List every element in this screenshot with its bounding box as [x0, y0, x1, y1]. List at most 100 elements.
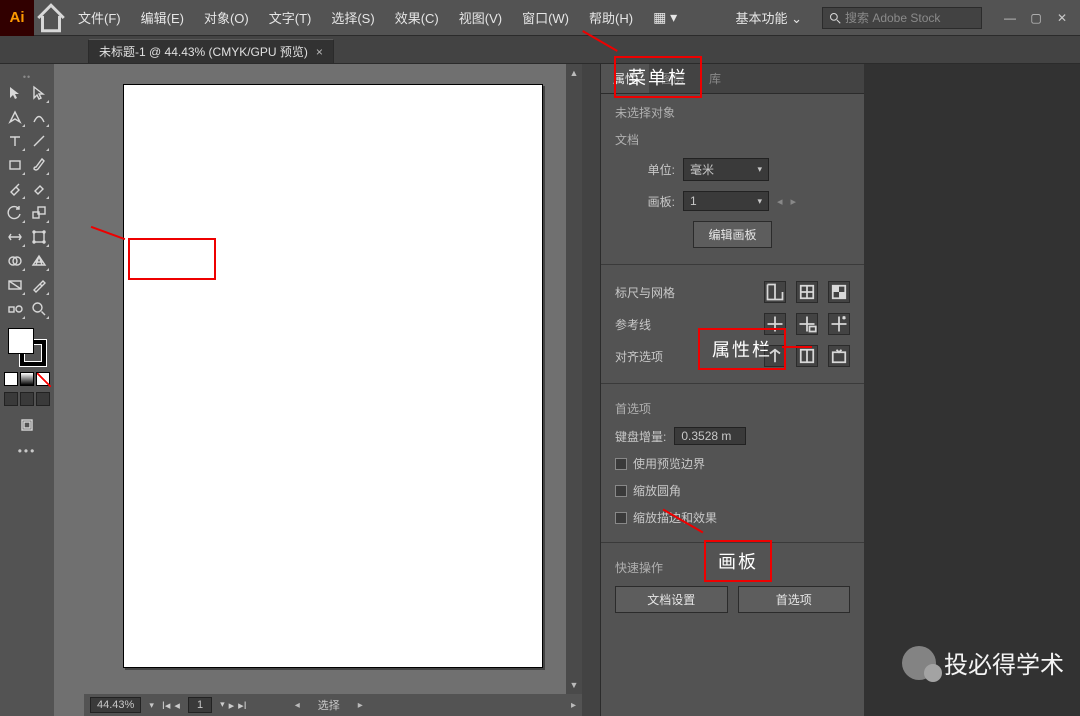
- key-increment-label: 键盘增量:: [615, 428, 666, 445]
- eyedropper-tool[interactable]: [28, 274, 50, 296]
- edit-toolbar[interactable]: •••: [18, 444, 37, 458]
- prev-icon[interactable]: ◂: [777, 195, 783, 208]
- layout-icon[interactable]: ▦ ▾: [643, 9, 687, 26]
- draw-normal-icon[interactable]: [4, 392, 18, 406]
- preview-bounds-checkbox[interactable]: 使用预览边界: [615, 455, 850, 472]
- workspace-switcher[interactable]: 基本功能 ⌄: [725, 8, 812, 27]
- canvas-area: ▲▼ 44.43% ▾ I◂ ◂ 1 ▾ ▸ ▸I ◂ 选择 ▸ ▸: [54, 64, 582, 716]
- menu-file[interactable]: 文件(F): [68, 8, 131, 27]
- menu-type[interactable]: 文字(T): [259, 8, 322, 27]
- prev-artboard-icon[interactable]: ◂: [174, 699, 180, 712]
- menu-window[interactable]: 窗口(W): [512, 8, 579, 27]
- scroll-right-icon[interactable]: ▸: [571, 700, 576, 711]
- selection-tool[interactable]: [4, 82, 26, 104]
- close-icon[interactable]: ✕: [1054, 11, 1070, 25]
- tools-panel: ••: [0, 64, 54, 716]
- rectangle-tool[interactable]: [4, 154, 26, 176]
- minimize-icon[interactable]: —: [1002, 11, 1018, 25]
- shape-builder-tool[interactable]: [4, 250, 26, 272]
- color-none-icon[interactable]: [36, 372, 50, 386]
- paintbrush-tool[interactable]: [28, 154, 50, 176]
- rotate-tool[interactable]: [4, 202, 26, 224]
- chevron-down-icon: ▾: [757, 164, 762, 175]
- zoom-level[interactable]: 44.43%: [90, 697, 141, 713]
- chevron-down-icon[interactable]: ▾: [149, 700, 154, 711]
- snap-pixel-icon[interactable]: [828, 345, 850, 367]
- artboard[interactable]: [123, 84, 543, 668]
- direct-selection-tool[interactable]: [28, 82, 50, 104]
- menu-effect[interactable]: 效果(C): [385, 8, 449, 27]
- search-placeholder: 搜索 Adobe Stock: [845, 9, 940, 26]
- scroll-left-icon[interactable]: ◂: [295, 700, 300, 711]
- grid-icon[interactable]: [796, 281, 818, 303]
- color-gradient-icon[interactable]: [20, 372, 34, 386]
- ruler-icon[interactable]: [764, 281, 786, 303]
- prefs-heading: 首选项: [615, 400, 850, 417]
- annotation-artboard: 画板: [704, 540, 772, 582]
- eraser-tool[interactable]: [28, 178, 50, 200]
- width-tool[interactable]: [4, 226, 26, 248]
- annotation-line: [782, 346, 812, 348]
- tab-libraries[interactable]: 库: [697, 64, 733, 93]
- draw-behind-icon[interactable]: [20, 392, 34, 406]
- workspace-label: 基本功能: [735, 11, 787, 26]
- menu-object[interactable]: 对象(O): [194, 8, 259, 27]
- stock-search[interactable]: 搜索 Adobe Stock: [822, 7, 982, 29]
- home-icon[interactable]: [34, 0, 68, 36]
- maximize-icon[interactable]: ▢: [1028, 11, 1044, 25]
- artboard-dropdown[interactable]: 1 ▾: [683, 191, 769, 211]
- menu-help[interactable]: 帮助(H): [579, 8, 643, 27]
- no-selection-label: 未选择对象: [615, 104, 850, 121]
- scale-strokes-checkbox[interactable]: 缩放描边和效果: [615, 509, 850, 526]
- curvature-tool[interactable]: [28, 106, 50, 128]
- blend-tool[interactable]: [4, 298, 26, 320]
- snap-grid-icon[interactable]: [796, 345, 818, 367]
- next-artboard-icon[interactable]: ▸: [229, 699, 235, 712]
- app-logo: Ai: [0, 0, 34, 36]
- status-mode-label: 选择: [310, 697, 348, 713]
- zoom-tool[interactable]: [28, 298, 50, 320]
- key-increment-input[interactable]: 0.3528 m: [674, 427, 746, 445]
- fill-swatch[interactable]: [8, 328, 34, 354]
- color-solid-icon[interactable]: [4, 372, 18, 386]
- shaper-tool[interactable]: [4, 178, 26, 200]
- menu-edit[interactable]: 编辑(E): [131, 8, 194, 27]
- status-caret-icon[interactable]: ▸: [358, 700, 363, 711]
- type-tool[interactable]: [4, 130, 26, 152]
- close-tab-icon[interactable]: ×: [316, 45, 323, 59]
- free-transform-tool[interactable]: [28, 226, 50, 248]
- screen-mode-tool[interactable]: [16, 414, 38, 436]
- annotation-toolbar: 工具栏: [128, 238, 216, 280]
- perspective-tool[interactable]: [28, 250, 50, 272]
- collapsed-panel-strip[interactable]: [582, 64, 600, 716]
- artboard-number[interactable]: 1: [188, 697, 212, 713]
- document-setup-button[interactable]: 文档设置: [615, 586, 728, 613]
- guides-lock-icon[interactable]: [796, 313, 818, 335]
- smart-guides-icon[interactable]: [828, 313, 850, 335]
- preferences-button[interactable]: 首选项: [738, 586, 851, 613]
- annotation-properties: 属性栏: [698, 328, 786, 370]
- gradient-tool[interactable]: [4, 274, 26, 296]
- color-mode-row: [4, 372, 50, 386]
- edit-artboards-button[interactable]: 编辑画板: [693, 221, 771, 248]
- next-icon[interactable]: ▸: [791, 195, 797, 208]
- menu-select[interactable]: 选择(S): [321, 8, 384, 27]
- vertical-scrollbar[interactable]: ▲▼: [566, 64, 582, 694]
- scale-tool[interactable]: [28, 202, 50, 224]
- fill-stroke-swatch[interactable]: [6, 326, 48, 368]
- checkbox-icon: [615, 485, 627, 497]
- draw-inside-icon[interactable]: [36, 392, 50, 406]
- artboard-value: 1: [690, 194, 697, 208]
- last-artboard-icon[interactable]: ▸I: [238, 699, 247, 712]
- first-artboard-icon[interactable]: I◂: [162, 699, 171, 712]
- menu-view[interactable]: 视图(V): [449, 8, 512, 27]
- chevron-down-icon[interactable]: ▾: [220, 699, 225, 712]
- document-tab[interactable]: 未标题-1 @ 44.43% (CMYK/GPU 预览) ×: [88, 39, 334, 63]
- scale-corners-label: 缩放圆角: [633, 482, 681, 499]
- scale-corners-checkbox[interactable]: 缩放圆角: [615, 482, 850, 499]
- pen-tool[interactable]: [4, 106, 26, 128]
- line-tool[interactable]: [28, 130, 50, 152]
- transparency-grid-icon[interactable]: [828, 281, 850, 303]
- panel-grip[interactable]: ••: [15, 72, 39, 76]
- unit-dropdown[interactable]: 毫米 ▾: [683, 158, 769, 181]
